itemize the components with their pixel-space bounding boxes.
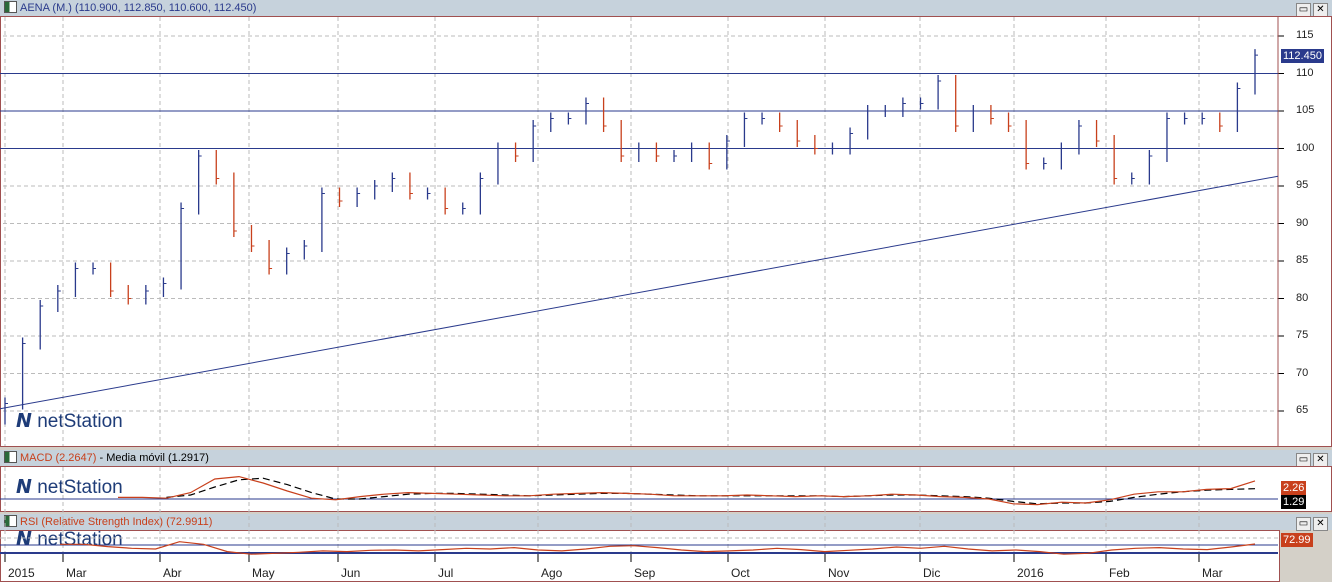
trend-line <box>0 175 1279 410</box>
x-tick-label: 2016 <box>1017 566 1044 580</box>
y-tick-label: 80 <box>1296 291 1309 304</box>
chart-plot <box>0 17 1284 562</box>
x-tick-label: Mar <box>66 566 87 580</box>
macd-line <box>118 475 1256 506</box>
x-tick-label: Oct <box>731 566 750 580</box>
y-tick-label: 65 <box>1296 404 1309 416</box>
x-tick-label: Jul <box>438 566 454 580</box>
y-tick-label: 105 <box>1296 104 1315 116</box>
x-tick-label: Nov <box>828 566 850 580</box>
last-price-tag: 112.450 <box>1281 49 1324 63</box>
y-tick-label: 110 <box>1296 66 1314 79</box>
x-tick-label: Ago <box>541 566 563 580</box>
rsi-value-tag: 72.99 <box>1281 533 1313 547</box>
x-tick-label: 2015 <box>8 566 35 580</box>
y-tick-label: 115 <box>1296 29 1314 41</box>
y-tick-label: 95 <box>1296 179 1309 191</box>
y-tick-label: 100 <box>1296 141 1315 154</box>
y-tick-label: 70 <box>1296 366 1309 379</box>
ma-value-tag: 1.29 <box>1281 495 1307 509</box>
x-tick-label: Sep <box>634 566 656 580</box>
macd-value-tag: 2.26 <box>1281 481 1307 495</box>
y-tick-label: 85 <box>1296 254 1309 266</box>
x-tick-label: Jun <box>341 566 361 580</box>
x-tick-label: May <box>252 566 275 580</box>
x-tick-label: Abr <box>163 566 182 580</box>
x-tick-label: Mar <box>1202 566 1223 580</box>
x-tick-label: Feb <box>1109 566 1130 580</box>
y-tick-label: 75 <box>1296 329 1309 341</box>
y-tick-label: 90 <box>1296 216 1309 229</box>
x-tick-label: Dic <box>923 566 941 580</box>
